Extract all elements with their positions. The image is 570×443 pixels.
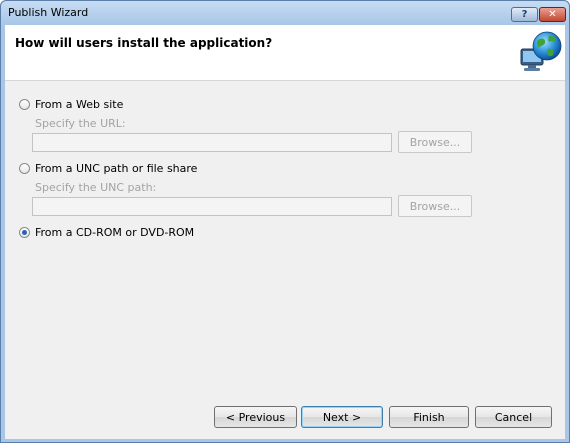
cd-rom-label: From a CD-ROM or DVD-ROM	[35, 226, 195, 239]
help-button[interactable]: ?	[511, 7, 538, 22]
web-site-radio[interactable]	[19, 99, 30, 110]
cancel-button[interactable]: Cancel	[475, 406, 552, 428]
previous-button[interactable]: < Previous	[214, 406, 297, 428]
publish-wizard-window: Publish Wizard ? ✕ How will users instal…	[0, 0, 570, 443]
url-field[interactable]	[32, 133, 392, 152]
web-site-label: From a Web site	[35, 98, 124, 111]
unc-path-radio[interactable]	[19, 163, 30, 174]
title-bar[interactable]: Publish Wizard ? ✕	[1, 1, 569, 25]
browse-url-button[interactable]: Browse...	[398, 131, 472, 153]
unc-path-field[interactable]	[32, 197, 392, 216]
url-hint: Specify the URL:	[35, 117, 126, 130]
unc-path-hint: Specify the UNC path:	[35, 181, 157, 194]
option-cd-rom[interactable]: From a CD-ROM or DVD-ROM	[19, 226, 194, 239]
wizard-header: How will users install the application?	[5, 25, 565, 81]
option-unc-path[interactable]: From a UNC path or file share	[19, 162, 197, 175]
cd-rom-radio[interactable]	[19, 227, 30, 238]
globe-computer-icon	[520, 31, 562, 71]
next-button[interactable]: Next >	[301, 406, 383, 428]
browse-unc-button[interactable]: Browse...	[398, 195, 472, 217]
page-title: How will users install the application?	[15, 36, 273, 50]
close-button[interactable]: ✕	[539, 7, 566, 22]
wizard-body: How will users install the application?	[5, 25, 565, 439]
option-web-site[interactable]: From a Web site	[19, 98, 123, 111]
window-title: Publish Wizard	[8, 6, 89, 19]
unc-path-label: From a UNC path or file share	[35, 162, 198, 175]
finish-button[interactable]: Finish	[389, 406, 469, 428]
